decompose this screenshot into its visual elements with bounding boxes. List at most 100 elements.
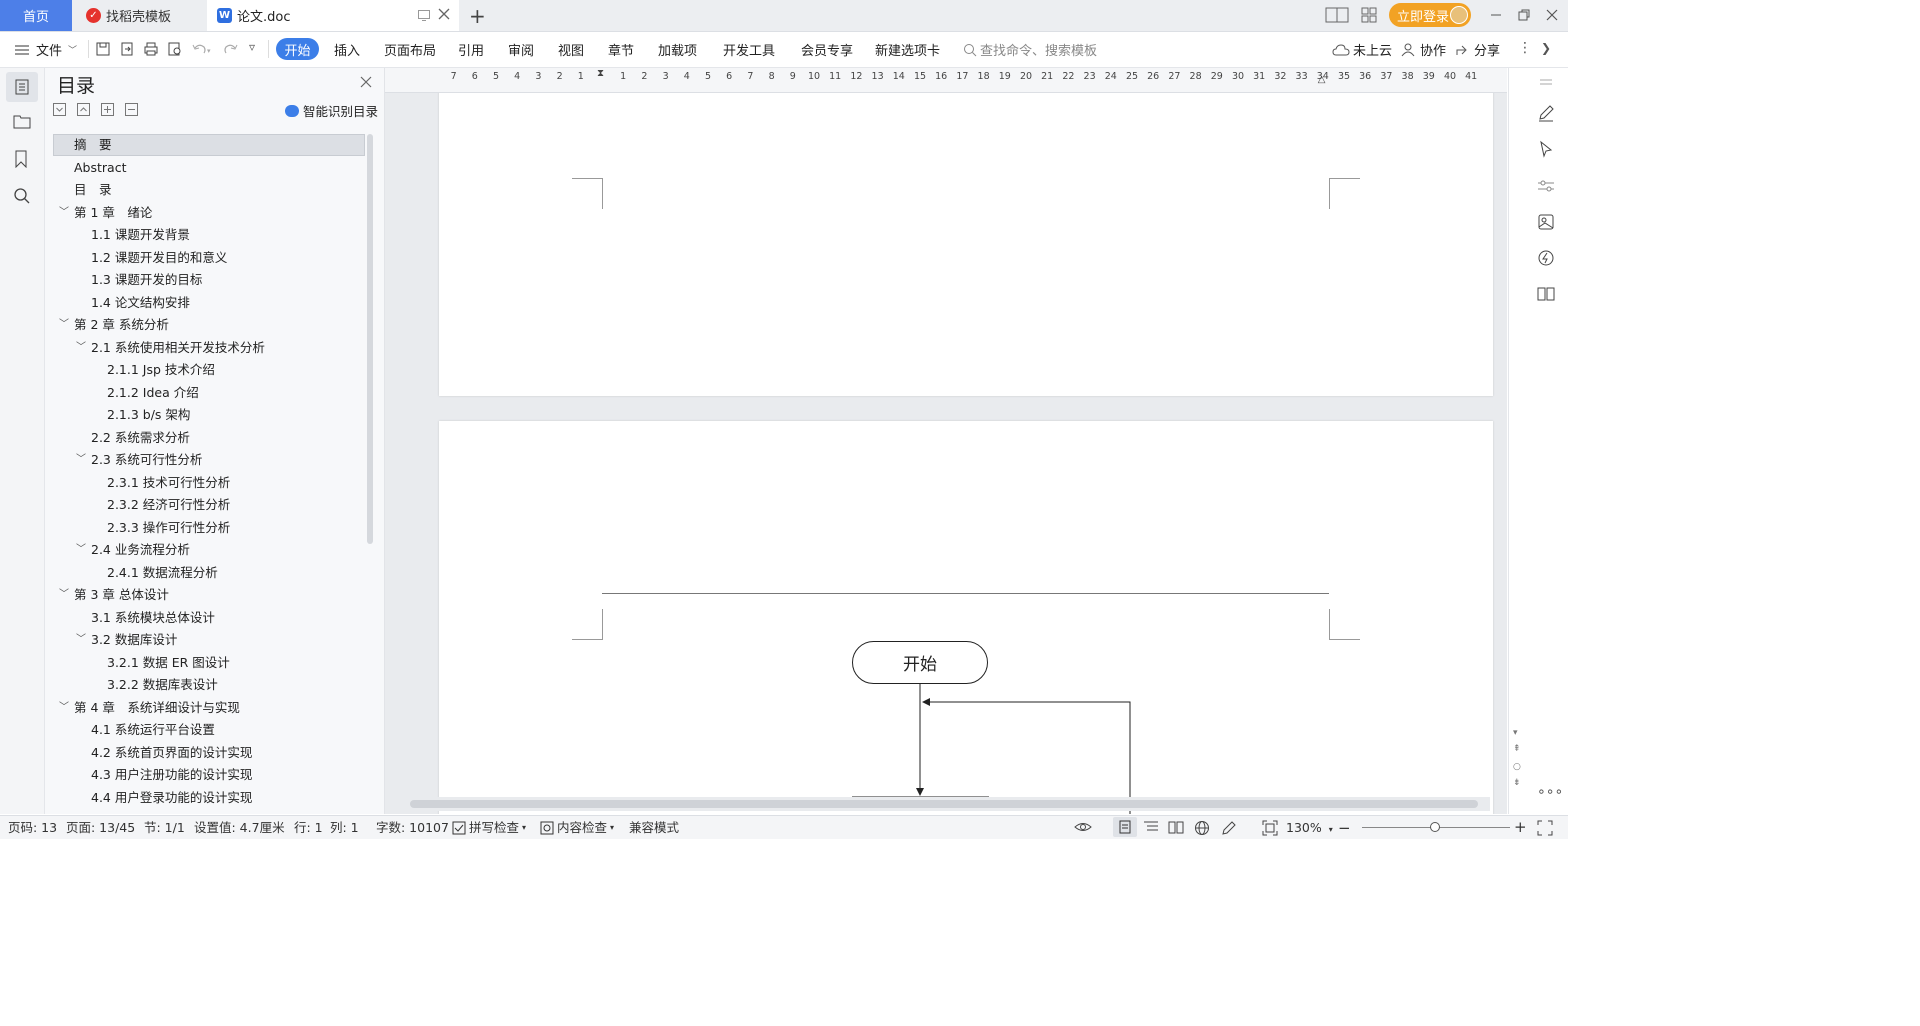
smart-toc-button[interactable]: 智能识别目录 [285, 101, 378, 120]
right-indent-marker-icon[interactable]: △ [1318, 74, 1326, 85]
menu-page-layout[interactable]: 页面布局 [384, 32, 436, 67]
toc-item[interactable]: 2.3.3 操作可行性分析 [45, 517, 365, 539]
toc-item[interactable]: 2.2 系统需求分析 [45, 427, 365, 449]
close-icon[interactable] [359, 75, 373, 93]
menu-new-tab[interactable]: 新建选项卡 [875, 32, 940, 67]
fit-page-icon[interactable] [1262, 820, 1278, 840]
pen-mode-icon[interactable] [1221, 820, 1237, 840]
print-icon[interactable] [143, 41, 159, 61]
status-words[interactable]: 字数: 10107 [376, 816, 449, 839]
ai-spark-icon[interactable] [1537, 249, 1555, 271]
scroll-down-icon[interactable]: ▾ [1513, 728, 1518, 738]
outline-view-icon[interactable] [1143, 820, 1159, 838]
toc-item[interactable]: ﹀ 第 3 章 总体设计 [45, 584, 365, 606]
zoom-slider-thumb[interactable] [1430, 822, 1440, 832]
toc-item[interactable]: 1.1 课题开发背景 [45, 224, 365, 246]
add-level-icon[interactable] [101, 103, 114, 120]
quick-access-more-icon[interactable]: ▿ [249, 40, 255, 54]
status-pages[interactable]: 页面: 13/45 [66, 816, 135, 839]
tab-document[interactable]: W 论文.doc [207, 0, 459, 31]
menu-review[interactable]: 审阅 [508, 32, 534, 67]
toc-item[interactable]: ﹀ 第 2 章 系统分析 [45, 314, 365, 336]
chevron-down-icon[interactable]: ﹀ [59, 584, 69, 606]
chevron-right-icon[interactable]: ❯ [1541, 41, 1551, 55]
reading-view-icon[interactable] [1168, 820, 1184, 838]
toc-item[interactable]: 2.1.2 Idea 介绍 [45, 382, 365, 404]
minimize-icon[interactable] [1488, 8, 1504, 26]
undo-icon[interactable]: ▾ [191, 41, 213, 61]
menu-insert[interactable]: 插入 [334, 32, 360, 67]
apps-grid-icon[interactable] [1360, 6, 1378, 28]
zoom-level[interactable]: 130% ▾ [1286, 816, 1333, 839]
toc-item[interactable]: 2.3.2 经济可行性分析 [45, 494, 365, 516]
chevron-down-icon[interactable]: ﹀ [59, 314, 69, 336]
search-icon[interactable] [13, 187, 31, 209]
toc-item[interactable]: 2.1.3 b/s 架构 [45, 404, 365, 426]
spell-check-button[interactable]: 拼写检查 ▾ [452, 816, 526, 839]
redo-icon[interactable] [223, 41, 239, 61]
export-pdf-icon[interactable] [119, 41, 135, 61]
toc-item[interactable]: ﹀ 第 4 章 系统详细设计与实现 [45, 697, 365, 719]
edit-pen-icon[interactable] [1537, 104, 1555, 126]
more-horizontal-icon[interactable]: ∘∘∘ [1537, 784, 1563, 800]
close-tab-icon[interactable] [437, 7, 451, 25]
print-preview-icon[interactable] [167, 41, 183, 61]
close-window-icon[interactable] [1544, 7, 1560, 27]
toc-item[interactable]: 2.1.1 Jsp 技术介绍 [45, 359, 365, 381]
menu-developer[interactable]: 开发工具 [723, 32, 775, 67]
select-cursor-icon[interactable] [1538, 140, 1554, 162]
toc-item[interactable]: 4.1 系统运行平台设置 [45, 719, 365, 741]
restore-icon[interactable] [1516, 7, 1532, 27]
toc-scrollbar[interactable] [367, 134, 373, 544]
toc-item[interactable]: ﹀ 2.3 系统可行性分析 [45, 449, 365, 471]
sliders-icon[interactable] [1537, 178, 1555, 198]
remove-level-icon[interactable] [125, 103, 138, 120]
eye-protection-icon[interactable] [1074, 820, 1092, 838]
toc-item[interactable]: 2.3.1 技术可行性分析 [45, 472, 365, 494]
zoom-out-button[interactable]: − [1338, 819, 1351, 837]
prev-page-icon[interactable]: ⇞ [1513, 744, 1521, 754]
layout-icon[interactable] [1325, 7, 1349, 27]
toc-item[interactable]: 2.4.1 数据流程分析 [45, 562, 365, 584]
expand-up-icon[interactable] [77, 103, 90, 120]
toc-item[interactable]: 4.2 系统首页界面的设计实现 [45, 742, 365, 764]
collapse-all-icon[interactable] [53, 103, 66, 120]
tab-home[interactable]: 首页 [0, 0, 72, 31]
toc-item[interactable]: 4.3 用户注册功能的设计实现 [45, 764, 365, 786]
collab-button[interactable]: 协作 [1401, 32, 1446, 67]
indent-marker-icon[interactable]: ⧗ [597, 68, 604, 79]
page-view-button[interactable] [1113, 817, 1137, 837]
menu-view[interactable]: 视图 [558, 32, 584, 67]
pin-window-icon[interactable] [417, 8, 431, 26]
tab-template[interactable]: ✓ 找稻壳模板 [74, 0, 206, 31]
chevron-down-icon[interactable]: ﹀ [76, 629, 86, 651]
chevron-down-icon[interactable]: ﹀ [76, 449, 86, 471]
select-browse-icon[interactable]: ○ [1513, 762, 1521, 772]
toc-item[interactable]: ﹀ 2.1 系统使用相关开发技术分析 [45, 337, 365, 359]
reading-mode-icon[interactable] [1537, 286, 1555, 306]
next-page-icon[interactable]: ⇟ [1513, 778, 1521, 788]
folder-icon[interactable] [13, 113, 31, 133]
save-icon[interactable] [95, 41, 111, 61]
toc-item[interactable]: Abstract [45, 157, 365, 179]
collapse-panel-icon[interactable] [1538, 76, 1554, 91]
toc-item[interactable]: 目 录 [45, 179, 365, 201]
image-tool-icon[interactable] [1537, 213, 1555, 235]
chevron-down-icon[interactable]: ﹀ [59, 697, 69, 719]
menu-addins[interactable]: 加载项 [658, 32, 697, 67]
horizontal-scrollbar[interactable] [410, 800, 1478, 808]
toc-item[interactable]: 4.4 用户登录功能的设计实现 [45, 787, 365, 809]
menu-member[interactable]: 会员专享 [801, 32, 853, 67]
more-vertical-icon[interactable]: ⋮ [1518, 40, 1532, 56]
new-tab-button[interactable]: + [469, 4, 486, 28]
toc-item[interactable]: ﹀ 第 1 章 绪论 [45, 202, 365, 224]
chevron-down-icon[interactable]: ﹀ [76, 337, 86, 359]
menu-chapter[interactable]: 章节 [608, 32, 634, 67]
cloud-status[interactable]: 未上云 [1332, 32, 1392, 67]
file-menu[interactable]: 文件 ﹀ [14, 32, 77, 67]
login-button[interactable]: 立即登录 [1389, 3, 1471, 27]
chevron-down-icon[interactable]: ﹀ [59, 202, 69, 224]
content-check-button[interactable]: 内容检查 ▾ [540, 816, 614, 839]
toc-item[interactable]: 3.2.2 数据库表设计 [45, 674, 365, 696]
zoom-in-button[interactable]: + [1514, 818, 1527, 836]
